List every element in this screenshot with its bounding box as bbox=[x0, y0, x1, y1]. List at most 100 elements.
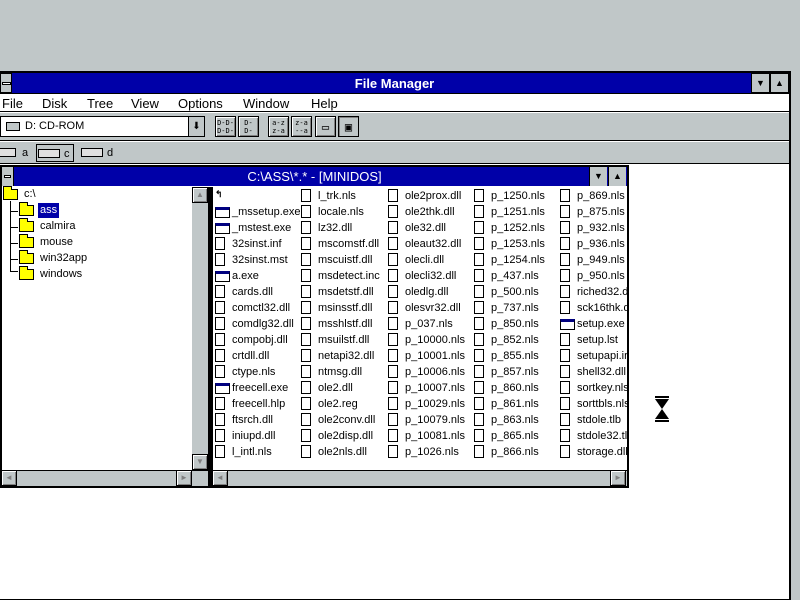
document-icon bbox=[560, 221, 570, 234]
document-icon bbox=[474, 317, 484, 330]
file-name: p_869.nls bbox=[577, 190, 625, 202]
file-name: msshlstf.dll bbox=[318, 318, 373, 330]
document-icon bbox=[474, 349, 484, 362]
document-icon bbox=[560, 269, 570, 282]
document-icon bbox=[301, 445, 311, 458]
file-name: p_10006.nls bbox=[405, 366, 465, 378]
file-name: msdetstf.dll bbox=[318, 286, 374, 298]
file-name: p_852.nls bbox=[491, 334, 539, 346]
document-icon bbox=[560, 333, 570, 346]
scroll-left-icon[interactable]: ◄ bbox=[1, 470, 17, 486]
file-name: p_863.nls bbox=[491, 414, 539, 426]
file-name: a.exe bbox=[232, 270, 259, 282]
file-name: l_intl.nls bbox=[232, 446, 272, 458]
document-icon bbox=[301, 349, 311, 362]
document-icon bbox=[215, 285, 225, 298]
file-name: p_737.nls bbox=[491, 302, 539, 314]
scroll-right-icon[interactable]: ► bbox=[610, 470, 626, 486]
file-name: p_1252.nls bbox=[491, 222, 545, 234]
document-icon bbox=[301, 413, 311, 426]
new-window-button[interactable]: ▭ bbox=[315, 116, 336, 137]
menu-view[interactable]: View bbox=[131, 95, 159, 112]
document-icon bbox=[560, 205, 570, 218]
document-icon bbox=[388, 365, 398, 378]
directory-window-title-bar[interactable]: C:\ASS\*.* - [MINIDOS] ▼ ▲ bbox=[2, 167, 627, 186]
document-icon bbox=[560, 237, 570, 250]
file-name: _mstest.exe bbox=[232, 222, 292, 234]
document-icon bbox=[474, 301, 484, 314]
drive-a[interactable]: a bbox=[0, 144, 34, 162]
drive-select[interactable]: D: CD-ROM ⬇ bbox=[0, 116, 205, 137]
document-icon bbox=[215, 445, 225, 458]
system-menu-button[interactable] bbox=[0, 73, 12, 93]
file-name: ole2.reg bbox=[318, 398, 358, 410]
document-icon bbox=[474, 381, 484, 394]
document-icon bbox=[474, 269, 484, 282]
tree-dir-button[interactable]: D- D- bbox=[238, 116, 259, 137]
menu-help[interactable]: Help bbox=[311, 95, 338, 112]
tree-item-label: calmira bbox=[40, 220, 76, 232]
menu-window[interactable]: Window bbox=[243, 95, 289, 112]
document-icon bbox=[474, 397, 484, 410]
file-name: stdole.tlb bbox=[577, 414, 622, 426]
file-name: setup.exe bbox=[577, 318, 625, 330]
file-name: netapi32.dll bbox=[318, 350, 375, 362]
folder-icon bbox=[19, 234, 34, 248]
tree-line bbox=[10, 227, 18, 228]
tree-item-label: ass bbox=[38, 203, 60, 218]
files-horizontal-scrollbar[interactable]: ◄ ► bbox=[212, 470, 627, 486]
file-name: p_437.nls bbox=[491, 270, 539, 282]
maximize-button[interactable]: ▲ bbox=[770, 73, 789, 93]
scroll-up-icon[interactable]: ▲ bbox=[192, 187, 208, 203]
file-name: p_10081.nls bbox=[405, 430, 465, 442]
file-name: p_037.nls bbox=[405, 318, 453, 330]
file-name: ole2thk.dll bbox=[405, 206, 455, 218]
directory-tree: c:\ ass calmira mouse win32app windows bbox=[2, 186, 192, 470]
sort-by-name-button[interactable]: a-z z-a bbox=[268, 116, 289, 137]
scroll-down-icon[interactable]: ▼ bbox=[192, 454, 208, 470]
scroll-right-icon[interactable]: ► bbox=[176, 470, 192, 486]
document-icon bbox=[388, 317, 398, 330]
drive-select-value: D: CD-ROM bbox=[25, 120, 85, 132]
file-name: p_10029.nls bbox=[405, 398, 465, 410]
directory-window-title: C:\ASS\*.* - [MINIDOS] bbox=[247, 169, 382, 184]
program-icon bbox=[215, 383, 230, 394]
toolbar: D: CD-ROM ⬇ D-D- D-D- D- D- a-z z-a z-a … bbox=[0, 113, 789, 141]
sort-by-type-button[interactable]: z-a --a bbox=[291, 116, 312, 137]
tree-horizontal-scrollbar[interactable]: ◄ ► bbox=[1, 470, 208, 486]
file-name: sortkey.nls bbox=[577, 382, 627, 394]
file-name: p_949.nls bbox=[577, 254, 625, 266]
file-name: msdetect.inc bbox=[318, 270, 380, 282]
tree-item-label: windows bbox=[40, 268, 83, 280]
drive-c[interactable]: c bbox=[36, 144, 74, 162]
drive-d[interactable]: d bbox=[81, 144, 117, 162]
file-name: freecell.hlp bbox=[232, 398, 286, 410]
window-title: File Manager bbox=[354, 76, 435, 91]
tree-vertical-scrollbar[interactable]: ▲ ▼ bbox=[192, 187, 208, 470]
document-icon bbox=[301, 397, 311, 410]
file-name: p_10079.nls bbox=[405, 414, 465, 426]
menu-options[interactable]: Options bbox=[178, 95, 223, 112]
dropdown-arrow-icon[interactable]: ⬇ bbox=[188, 117, 204, 136]
menu-disk[interactable]: Disk bbox=[42, 95, 67, 112]
properties-button[interactable]: ▣ bbox=[338, 116, 359, 137]
tree-view-button[interactable]: D-D- D-D- bbox=[215, 116, 236, 137]
menu-file[interactable]: File bbox=[2, 95, 23, 112]
file-name: p_936.nls bbox=[577, 238, 625, 250]
file-name: mscomstf.dll bbox=[318, 238, 380, 250]
file-name: p_857.nls bbox=[491, 366, 539, 378]
document-icon bbox=[301, 221, 311, 234]
document-icon bbox=[388, 221, 398, 234]
directory-system-menu-button[interactable] bbox=[2, 167, 14, 186]
directory-minimize-button[interactable]: ▼ bbox=[589, 167, 607, 186]
minimize-button[interactable]: ▼ bbox=[751, 73, 770, 93]
file-name: ole2prox.dll bbox=[405, 190, 462, 202]
directory-maximize-button[interactable]: ▲ bbox=[608, 167, 626, 186]
file-name: ole2disp.dll bbox=[318, 430, 374, 442]
document-icon bbox=[388, 301, 398, 314]
scroll-left-icon[interactable]: ◄ bbox=[212, 470, 228, 486]
menu-tree[interactable]: Tree bbox=[87, 95, 113, 112]
document-icon bbox=[301, 317, 311, 330]
file-name: sck16thk.d bbox=[577, 302, 627, 314]
title-bar[interactable]: File Manager ▼ ▲ bbox=[0, 73, 789, 94]
